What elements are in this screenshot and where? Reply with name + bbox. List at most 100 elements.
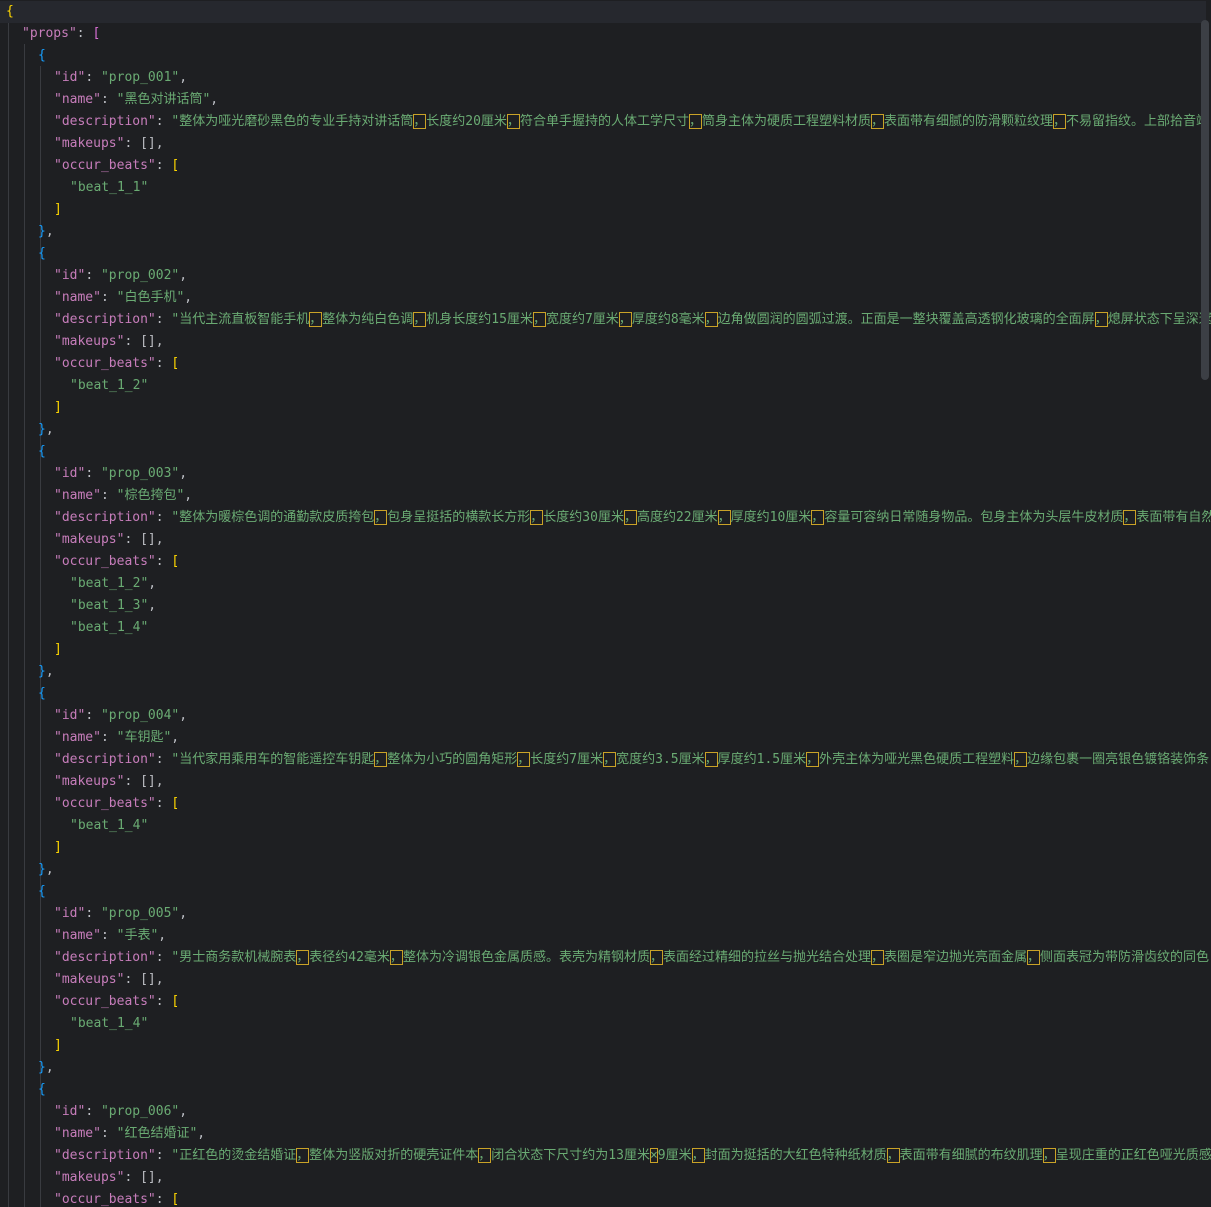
json-key: "occur_beats" xyxy=(54,796,156,811)
punctuation: , xyxy=(158,928,167,943)
code-line[interactable]: "name": "手表", xyxy=(0,925,1211,947)
punctuation: : xyxy=(124,334,141,349)
punctuation: : xyxy=(124,774,141,789)
code-line[interactable]: "id": "prop_002", xyxy=(0,265,1211,287)
code-line[interactable]: "occur_beats": [ xyxy=(0,551,1211,573)
ambiguous-char-highlight: ， xyxy=(478,1148,492,1163)
makeups-value: [] xyxy=(140,774,156,789)
json-editor[interactable]: {"props": [{"id": "prop_001", "name": "黑色… xyxy=(0,0,1211,1207)
punctuation: : xyxy=(124,972,141,987)
punctuation: , xyxy=(179,268,188,283)
brace-open: { xyxy=(6,4,14,19)
id-value: "prop_002" xyxy=(100,268,180,283)
code-line[interactable]: "makeups": [], xyxy=(0,771,1211,793)
vertical-scrollbar[interactable] xyxy=(1201,20,1209,380)
code-line[interactable]: { xyxy=(0,881,1211,903)
punctuation: , xyxy=(45,224,54,239)
ambiguous-char-highlight: × xyxy=(649,1148,658,1163)
name-value: "红色结婚证" xyxy=(116,1126,198,1141)
code-line[interactable]: "name": "红色结婚证", xyxy=(0,1123,1211,1145)
code-line[interactable]: "occur_beats": [ xyxy=(0,155,1211,177)
ambiguous-char-highlight: ， xyxy=(717,510,731,525)
code-line[interactable]: { xyxy=(0,441,1211,463)
code-line[interactable]: ] xyxy=(0,639,1211,661)
code-line[interactable]: "id": "prop_004", xyxy=(0,705,1211,727)
code-line[interactable]: "description": "当代家用乘用车的智能遥控车钥匙，整体为小巧的圆角… xyxy=(0,749,1211,771)
code-line[interactable]: "description": "正红色的烫金结婚证，整体为竖版对折的硬壳证件本，… xyxy=(0,1145,1211,1167)
makeups-value: [] xyxy=(140,334,156,349)
json-key: "description" xyxy=(54,1148,156,1163)
brace-close: } xyxy=(38,1060,46,1075)
code-line[interactable]: "id": "prop_006", xyxy=(0,1101,1211,1123)
code-line[interactable]: { xyxy=(0,683,1211,705)
ambiguous-char-highlight: ， xyxy=(506,114,520,129)
punctuation: : xyxy=(76,26,93,41)
code-line[interactable]: "beat_1_1" xyxy=(0,177,1211,199)
code-line[interactable]: "props": [ xyxy=(0,23,1211,45)
bracket-open: [ xyxy=(171,1192,180,1207)
code-line[interactable]: "occur_beats": [ xyxy=(0,991,1211,1013)
code-line[interactable]: { xyxy=(0,243,1211,265)
code-line[interactable]: "description": "整体为哑光磨砂黑色的专业手持对讲话筒，长度约20… xyxy=(0,111,1211,133)
code-line[interactable]: "description": "男士商务款机械腕表，表径约42毫米，整体为冷调银… xyxy=(0,947,1211,969)
code-line[interactable]: "beat_1_3", xyxy=(0,595,1211,617)
punctuation: : xyxy=(100,730,117,745)
json-key: "description" xyxy=(54,312,156,327)
code-line[interactable]: "id": "prop_003", xyxy=(0,463,1211,485)
ambiguous-char-highlight: ， xyxy=(688,114,702,129)
id-value: "prop_005" xyxy=(100,906,180,921)
code-line[interactable]: "name": "黑色对讲话筒", xyxy=(0,89,1211,111)
code-line[interactable]: { xyxy=(0,1,1206,23)
code-line[interactable]: "name": "棕色挎包", xyxy=(0,485,1211,507)
ambiguous-char-highlight: ， xyxy=(603,752,617,767)
code-line[interactable]: ] xyxy=(0,397,1211,419)
code-line[interactable]: ] xyxy=(0,199,1211,221)
description-value: "整体为哑光磨砂黑色的专业手持对讲话筒，长度约20厘米，符合单手握持的人体工学尺… xyxy=(171,114,1210,129)
punctuation: : xyxy=(85,906,101,921)
json-key: "description" xyxy=(54,950,156,965)
punctuation: : xyxy=(155,1192,172,1207)
code-line[interactable]: "makeups": [], xyxy=(0,1167,1211,1189)
code-line[interactable]: "description": "整体为暖棕色调的通勤款皮质挎包，包身呈挺括的横款… xyxy=(0,507,1211,529)
code-line[interactable]: "name": "车钥匙", xyxy=(0,727,1211,749)
beat-value: "beat_1_4" xyxy=(70,1016,149,1031)
makeups-value: [] xyxy=(140,532,156,547)
code-line[interactable]: "beat_1_4" xyxy=(0,815,1211,837)
code-line[interactable]: "makeups": [], xyxy=(0,331,1211,353)
code-line[interactable]: { xyxy=(0,1079,1211,1101)
code-line[interactable]: ] xyxy=(0,837,1211,859)
json-key: "name" xyxy=(54,290,101,305)
brace-close: } xyxy=(38,862,46,877)
code-line[interactable]: "beat_1_2" xyxy=(0,375,1211,397)
code-line[interactable]: "id": "prop_005", xyxy=(0,903,1211,925)
code-line[interactable]: "makeups": [], xyxy=(0,969,1211,991)
code-line[interactable]: "description": "当代主流直板智能手机，整体为纯白色调，机身长度约… xyxy=(0,309,1211,331)
code-line[interactable]: ] xyxy=(0,1035,1211,1057)
code-line[interactable]: "makeups": [], xyxy=(0,529,1211,551)
code-line[interactable]: }, xyxy=(0,661,1211,683)
ambiguous-char-highlight: ， xyxy=(1094,312,1108,327)
code-line[interactable]: "occur_beats": [ xyxy=(0,353,1211,375)
punctuation: , xyxy=(210,92,219,107)
ambiguous-char-highlight: ， xyxy=(374,752,388,767)
code-line[interactable]: "occur_beats": [ xyxy=(0,793,1211,815)
code-line[interactable]: }, xyxy=(0,419,1211,441)
code-line[interactable]: "beat_1_2", xyxy=(0,573,1211,595)
ambiguous-char-highlight: ， xyxy=(309,312,323,327)
code-line[interactable]: "beat_1_4" xyxy=(0,617,1211,639)
code-line[interactable]: "beat_1_4" xyxy=(0,1013,1211,1035)
code-line[interactable]: "name": "白色手机", xyxy=(0,287,1211,309)
punctuation: : xyxy=(124,532,141,547)
code-line[interactable]: { xyxy=(0,45,1211,67)
beat-value: "beat_1_1" xyxy=(70,180,149,195)
json-key: "id" xyxy=(54,70,86,85)
json-key: "props" xyxy=(22,26,77,41)
code-line[interactable]: "makeups": [], xyxy=(0,133,1211,155)
code-line[interactable]: "id": "prop_001", xyxy=(0,67,1211,89)
code-line[interactable]: }, xyxy=(0,221,1211,243)
code-line[interactable]: }, xyxy=(0,859,1211,881)
ambiguous-char-highlight: ， xyxy=(704,312,718,327)
code-line[interactable]: "occur_beats": [ xyxy=(0,1189,1211,1207)
punctuation: , xyxy=(179,70,188,85)
code-line[interactable]: }, xyxy=(0,1057,1211,1079)
